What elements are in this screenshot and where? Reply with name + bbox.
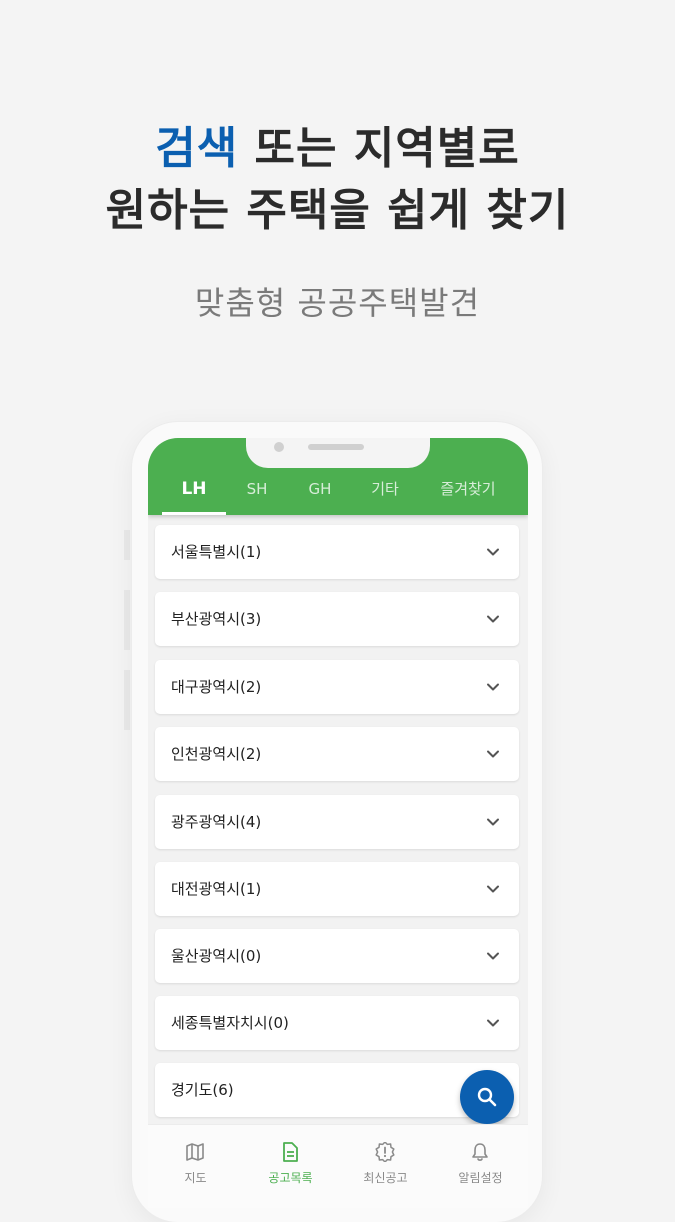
region-item-busan[interactable]: 부산광역시(3) xyxy=(155,592,519,646)
region-item-ulsan[interactable]: 울산광역시(0) xyxy=(155,929,519,983)
chevron-down-icon xyxy=(487,952,499,960)
agency-tabs: LH SH GH 기타 즐겨찾기 xyxy=(148,478,528,515)
region-label: 서울특별시(1) xyxy=(171,543,262,561)
nav-label: 최신공고 xyxy=(363,1171,408,1185)
headline-line-1-rest: 또는 지역별로 xyxy=(238,123,520,174)
region-item-daegu[interactable]: 대구광역시(2) xyxy=(155,660,519,714)
chevron-down-icon xyxy=(487,615,499,623)
nav-label: 공고목록 xyxy=(268,1171,313,1185)
chevron-down-icon xyxy=(487,548,499,556)
search-fab-button[interactable] xyxy=(460,1070,514,1124)
camera-dot xyxy=(274,442,284,452)
app-bar: LH SH GH 기타 즐겨찾기 xyxy=(148,438,528,515)
tab-label: SH xyxy=(246,480,268,498)
nav-item-alert-settings[interactable]: 알림설정 xyxy=(433,1125,528,1208)
document-icon xyxy=(283,1142,298,1162)
region-label: 경기도(6) xyxy=(171,1081,234,1099)
region-label: 대전광역시(1) xyxy=(171,880,262,898)
background-panel xyxy=(124,590,130,650)
tab-sh[interactable]: SH xyxy=(226,478,288,515)
nav-item-notice-list[interactable]: 공고목록 xyxy=(243,1125,338,1208)
tab-label: 기타 xyxy=(371,480,399,498)
region-label: 울산광역시(0) xyxy=(171,947,262,965)
phone-screen: 서울특별시(1) 부산광역시(3) 대구광역시(2) 인천광역시(2) 광주광역… xyxy=(148,438,528,1208)
chevron-down-icon xyxy=(487,818,499,826)
tab-lh[interactable]: LH xyxy=(162,478,226,515)
nav-item-map[interactable]: 지도 xyxy=(148,1125,243,1208)
tab-label: GH xyxy=(308,480,332,498)
tab-label: 즐겨찾기 xyxy=(440,480,496,498)
map-icon xyxy=(186,1143,204,1161)
nav-label: 지도 xyxy=(184,1171,207,1185)
alert-badge-icon xyxy=(375,1142,395,1162)
region-item-gwangju[interactable]: 광주광역시(4) xyxy=(155,795,519,849)
chevron-down-icon xyxy=(487,1019,499,1027)
nav-item-latest-notices[interactable]: 최신공고 xyxy=(338,1125,433,1208)
promo-subheadline: 맞춤형 공공주택발견 xyxy=(194,284,481,322)
region-item-incheon[interactable]: 인천광역시(2) xyxy=(155,727,519,781)
headline-highlight: 검색 xyxy=(155,123,239,174)
bottom-navigation: 지도 공고목록 최신공고 알림설정 xyxy=(148,1124,528,1208)
region-label: 세종특별자치시(0) xyxy=(171,1014,289,1032)
region-label: 인천광역시(2) xyxy=(171,745,262,763)
chevron-down-icon xyxy=(487,750,499,758)
region-label: 광주광역시(4) xyxy=(171,813,262,831)
region-label: 대구광역시(2) xyxy=(171,678,262,696)
region-label: 부산광역시(3) xyxy=(171,610,262,628)
tab-favorites[interactable]: 즐겨찾기 xyxy=(418,478,518,515)
speaker-slot xyxy=(308,444,364,450)
headline-line-1: 검색 또는 지역별로 xyxy=(0,118,675,180)
bell-icon xyxy=(472,1143,488,1161)
phone-notch xyxy=(246,438,430,468)
promo-headline: 검색 또는 지역별로 원하는 주택을 쉽게 찾기 xyxy=(0,118,675,242)
region-item-seoul[interactable]: 서울특별시(1) xyxy=(155,525,519,579)
search-icon xyxy=(477,1087,497,1107)
tab-label: LH xyxy=(181,479,207,499)
chevron-down-icon xyxy=(487,683,499,691)
region-item-sejong[interactable]: 세종특별자치시(0) xyxy=(155,996,519,1050)
tab-indicator xyxy=(162,512,226,515)
nav-label: 알림설정 xyxy=(458,1171,503,1185)
chevron-down-icon xyxy=(487,885,499,893)
region-item-daejeon[interactable]: 대전광역시(1) xyxy=(155,862,519,916)
headline-line-2: 원하는 주택을 쉽게 찾기 xyxy=(105,185,570,236)
background-panel xyxy=(124,670,130,730)
tab-gh[interactable]: GH xyxy=(288,478,352,515)
background-panel xyxy=(124,530,130,560)
tab-etc[interactable]: 기타 xyxy=(352,478,418,515)
